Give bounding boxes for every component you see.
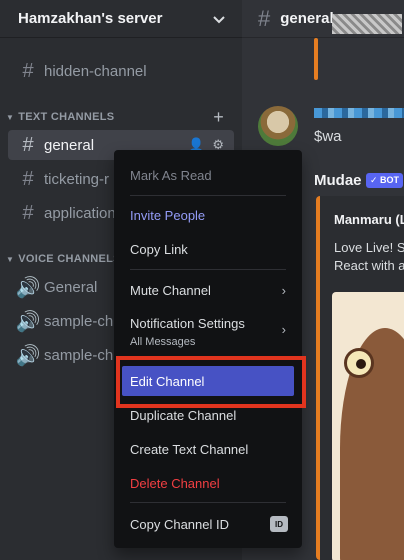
hash-icon: # [258, 5, 271, 31]
menu-item-label: Mute Channel [130, 282, 211, 298]
menu-item-mute-channel[interactable]: Mute Channel › [122, 275, 294, 305]
collapse-arrow-icon: ▼ [6, 112, 15, 122]
channel-context-menu: Mark As Read Invite People Copy Link Mut… [114, 150, 302, 548]
embed-image [332, 14, 402, 34]
speaker-icon: 🔊 [15, 276, 41, 299]
menu-item-edit-channel[interactable]: Edit Channel [122, 366, 294, 396]
avatar[interactable] [258, 106, 298, 146]
chevron-right-icon: › [281, 282, 286, 298]
menu-item-duplicate-channel[interactable]: Duplicate Channel [122, 400, 294, 430]
channel-label: hidden-channel [44, 62, 147, 80]
embed-title: Manmaru (L [334, 212, 404, 227]
embed-line: Love Live! Su [334, 240, 404, 255]
menu-item-mark-as-read: Mark As Read [130, 167, 212, 183]
menu-item-create-text-channel[interactable]: Create Text Channel [122, 434, 294, 464]
category-label: TEXT CHANNELS [18, 111, 115, 123]
channel-label: sample-ch [44, 312, 114, 330]
previous-embed [316, 0, 404, 38]
menu-item-label: Copy Channel ID [130, 516, 229, 532]
menu-divider [130, 269, 286, 270]
menu-item-notification-settings[interactable]: Notification Settings All Messages › [122, 310, 294, 350]
category-label: VOICE CHANNELS [18, 253, 121, 265]
category-text-channels[interactable]: ▼ TEXT CHANNELS + [6, 107, 236, 128]
hidden-channel-hash-icon: # [22, 59, 34, 82]
sidebar-item-hidden-channel[interactable]: # hidden-channel [8, 56, 234, 86]
menu-item-delete-channel[interactable]: Delete Channel [122, 468, 294, 498]
menu-item-copy-link[interactable]: Copy Link [122, 234, 294, 264]
owl-eye [344, 348, 374, 378]
menu-divider [130, 502, 286, 503]
bot-username[interactable]: Mudae [314, 172, 362, 189]
menu-item-invite-people[interactable]: Invite People [122, 200, 294, 230]
chevron-down-icon [213, 15, 225, 23]
embed-line: React with a [334, 258, 404, 273]
menu-item-label: Notification Settings [130, 316, 245, 331]
chevron-right-icon: › [281, 322, 286, 337]
menu-item-copy-channel-id[interactable]: Copy Channel ID ID [122, 509, 294, 539]
channel-label: application [44, 204, 116, 222]
channel-label: general [44, 136, 95, 154]
character-embed: Manmaru (L Love Live! Su React with a [316, 196, 404, 560]
channel-label: sample-ch [44, 346, 114, 364]
speaker-icon: 🔊 [15, 344, 41, 367]
speaker-icon: 🔊 [15, 310, 41, 333]
menu-divider [130, 195, 286, 196]
notification-sub-label: All Messages [130, 336, 196, 348]
character-image[interactable] [332, 292, 404, 560]
owl-illustration [340, 328, 404, 560]
add-channel-icon[interactable]: + [213, 107, 224, 128]
bot-badge: ✓ BOT [366, 173, 404, 188]
hash-icon: # [22, 201, 34, 224]
embed-accent-bar [314, 38, 318, 80]
message-text: $wa [314, 128, 342, 145]
server-header[interactable]: Hamzakhan's server [0, 0, 242, 38]
channel-label: ticketing-r [44, 170, 110, 188]
username-redacted [314, 108, 404, 118]
hash-icon: # [22, 167, 34, 190]
collapse-arrow-icon: ▼ [6, 254, 15, 264]
menu-divider [130, 358, 286, 359]
id-icon: ID [270, 516, 288, 532]
server-name: Hamzakhan's server [18, 10, 163, 27]
channel-label: General [44, 278, 98, 296]
hash-icon: # [22, 133, 34, 156]
